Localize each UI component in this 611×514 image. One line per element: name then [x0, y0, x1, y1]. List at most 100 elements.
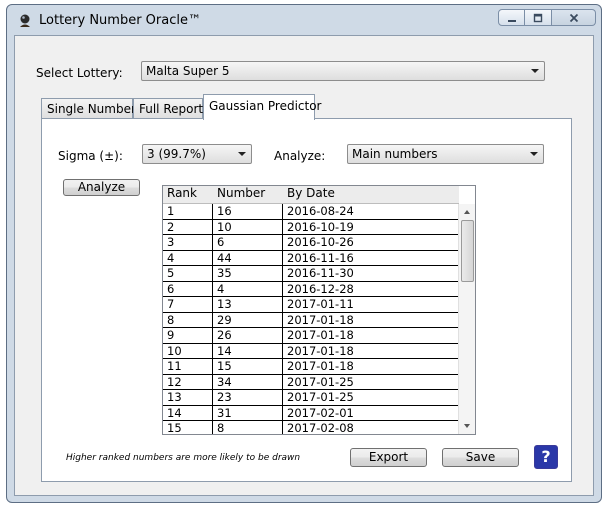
number-cell: 15 — [217, 359, 232, 373]
date-cell: 2016-11-30 — [287, 266, 354, 280]
close-button[interactable] — [552, 9, 596, 26]
date-cell: 2016-12-28 — [287, 281, 354, 296]
scrollbar-thumb[interactable] — [461, 220, 474, 282]
column-header-rank[interactable]: Rank — [167, 186, 197, 200]
minimize-button[interactable] — [498, 9, 525, 26]
number-cell: 6 — [217, 235, 225, 249]
sigma-label: Sigma (±): — [58, 149, 123, 163]
date-cell: 2016-11-16 — [287, 250, 354, 265]
number-cell: 13 — [217, 297, 232, 311]
table-row[interactable]: 11 15 2017-01-18 — [163, 359, 459, 375]
table-row[interactable]: 5 35 2016-11-30 — [163, 266, 459, 282]
scroll-down-icon[interactable] — [459, 418, 475, 434]
gaussian-predictor-panel: Sigma (±): 3 (99.7%) Analyze: Main numbe… — [41, 118, 572, 482]
export-button[interactable]: Export — [350, 448, 427, 467]
date-cell: 2017-01-18 — [287, 312, 354, 327]
save-button[interactable]: Save — [442, 448, 519, 467]
title-bar[interactable]: Lottery Number Oracle™ — [7, 5, 601, 35]
rank-cell: 9 — [167, 328, 175, 342]
number-cell: 16 — [217, 204, 232, 218]
rank-cell: 14 — [167, 405, 182, 420]
tab-full-report[interactable]: Full Report — [133, 98, 203, 119]
results-table[interactable]: Rank Number By Date 1 1 6 2016-08-24 2 10 2016… — [162, 185, 476, 435]
rank-cell: 10 — [167, 343, 182, 358]
minimize-icon — [507, 19, 516, 22]
lottery-select-value: Malta Super 5 — [146, 64, 230, 78]
maximize-icon — [533, 13, 543, 22]
client-area: Select Lottery: Malta Super 5 Single Num… — [14, 35, 594, 496]
rank-cell: 4 — [167, 250, 175, 265]
tab-single-number[interactable]: Single Number — [41, 98, 136, 119]
table-row[interactable]: 13 23 2017-01-25 — [163, 390, 459, 406]
number-cell: 44 — [217, 250, 232, 265]
table-row[interactable]: 4 44 2016-11-16 — [163, 250, 459, 266]
tab-label: Full Report — [139, 102, 204, 116]
table-row[interactable]: 8 29 2017-01-18 — [163, 312, 459, 328]
table-row[interactable]: 7 13 2017-01-11 — [163, 297, 459, 313]
number-cell: 29 — [217, 312, 232, 327]
tab-label: Single Number — [47, 102, 136, 116]
table-scrollbar[interactable] — [458, 204, 475, 434]
table-row[interactable]: 10 14 2017-01-18 — [163, 343, 459, 359]
date-cell: 2016-10-26 — [287, 235, 354, 249]
date-cell: 2017-01-18 — [287, 343, 354, 358]
analyze-label: Analyze: — [274, 149, 326, 163]
number-cell: 4 — [217, 281, 225, 296]
table-row[interactable]: 6 4 2016-12-28 — [163, 281, 459, 297]
window-controls — [498, 9, 596, 28]
table-row[interactable]: 12 34 2017-01-25 — [163, 374, 459, 390]
date-cell: 2017-02-08 — [287, 421, 354, 435]
table-row[interactable]: 14 31 2017-02-01 — [163, 405, 459, 421]
rank-cell: 11 — [167, 359, 182, 373]
rank-cell: 3 — [167, 235, 175, 249]
analyze-button[interactable]: Analyze — [63, 179, 140, 196]
analyze-select-value: Main numbers — [352, 147, 438, 161]
app-window: Lottery Number Oracle™ Select Lottery: M… — [6, 4, 602, 503]
date-cell: 2017-01-11 — [287, 297, 354, 311]
column-header-by-date[interactable]: By Date — [287, 186, 335, 200]
date-cell: 2016-10-19 — [287, 219, 354, 234]
help-button[interactable]: ? — [534, 445, 558, 469]
table-row[interactable]: 15 8 2017-02-08 — [163, 421, 459, 435]
maximize-button[interactable] — [525, 9, 552, 26]
table-row[interactable]: 2 10 2016-10-19 — [163, 219, 459, 235]
table-row[interactable]: 9 26 2017-01-18 — [163, 328, 459, 344]
number-cell: 35 — [217, 266, 232, 280]
lottery-select[interactable]: Malta Super 5 — [141, 61, 545, 81]
number-cell: 31 — [217, 405, 232, 420]
rank-cell: 8 — [167, 312, 175, 327]
tab-label: Gaussian Predictor — [209, 99, 322, 113]
window-title: Lottery Number Oracle™ — [39, 13, 201, 28]
footer-note: Higher ranked numbers are more likely to… — [66, 453, 301, 463]
table-body: 1 16 2016-08-24 2 10 2016-10-19 3 6 2016-10-26 4 4… — [163, 204, 459, 435]
select-lottery-label: Select Lottery: — [36, 66, 123, 80]
chevron-down-icon — [238, 152, 246, 156]
table-row[interactable]: 3 6 2016-10-26 — [163, 235, 459, 251]
column-header-number[interactable]: Number — [217, 186, 265, 200]
analyze-select[interactable]: Main numbers — [347, 144, 544, 164]
date-cell: 2017-02-01 — [287, 405, 354, 420]
number-cell: 10 — [217, 219, 232, 234]
rank-cell: 2 — [167, 219, 175, 234]
number-cell: 26 — [217, 328, 232, 342]
sigma-select[interactable]: 3 (99.7%) — [142, 144, 252, 164]
number-cell: 34 — [217, 374, 232, 389]
rank-cell: 15 — [167, 421, 182, 435]
date-cell: 2016-08-24 — [287, 204, 354, 218]
date-cell: 2017-01-18 — [287, 328, 354, 342]
chevron-down-icon — [531, 69, 539, 73]
table-header: Rank Number By Date — [163, 186, 459, 204]
rank-cell: 12 — [167, 374, 182, 389]
scroll-up-icon[interactable] — [459, 204, 475, 220]
rank-cell: 5 — [167, 266, 175, 280]
chevron-down-icon — [530, 152, 538, 156]
tab-gaussian-predictor[interactable]: Gaussian Predictor — [203, 94, 321, 120]
date-cell: 2017-01-25 — [287, 390, 354, 404]
table-row[interactable]: 1 16 2016-08-24 — [163, 204, 459, 220]
rank-cell: 6 — [167, 281, 175, 296]
rank-cell: 13 — [167, 390, 182, 404]
number-cell: 8 — [217, 421, 225, 435]
sigma-select-value: 3 (99.7%) — [147, 147, 206, 161]
date-cell: 2017-01-18 — [287, 359, 354, 373]
number-cell: 14 — [217, 343, 232, 358]
